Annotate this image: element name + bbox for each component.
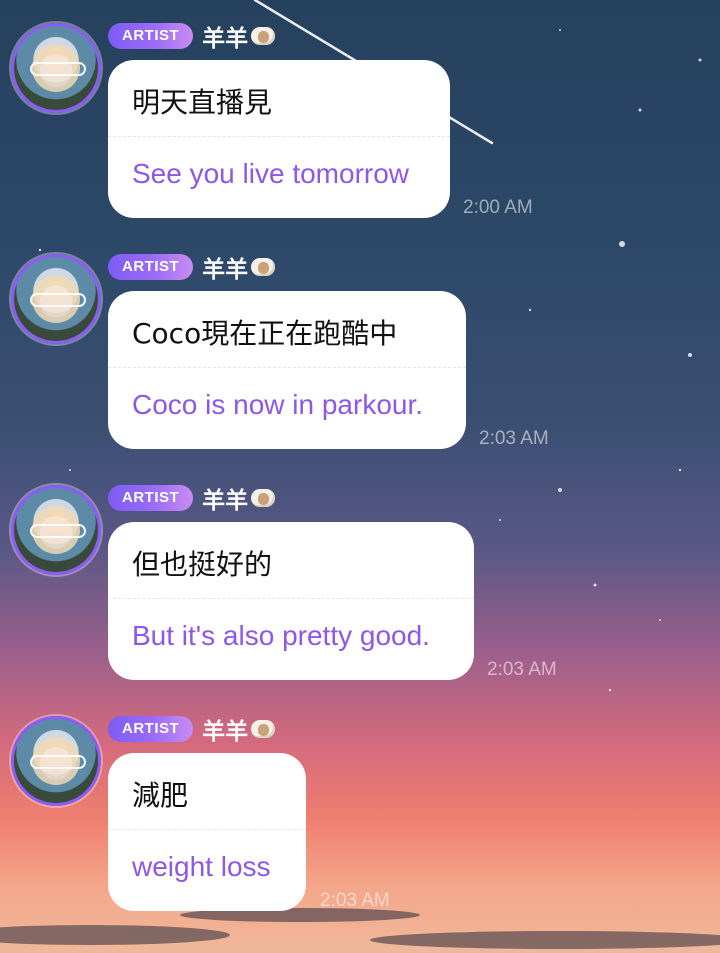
avatar-glasses [30, 524, 86, 538]
artist-badge: ARTIST [108, 254, 194, 280]
bubble-divider [108, 829, 306, 830]
author-name[interactable]: 羊羊 [202, 712, 248, 746]
artist-badge: ARTIST [108, 716, 194, 742]
bubble-divider [108, 598, 474, 599]
avatar-glasses [30, 62, 86, 76]
sheep-icon [251, 25, 277, 47]
original-text: 明天直播見 [132, 86, 273, 119]
message-bubble[interactable]: 減肥 weight loss [108, 753, 306, 911]
artist-avatar[interactable] [11, 254, 101, 344]
original-text: 減肥 [132, 779, 189, 812]
author-row: ARTIST 羊羊 [108, 712, 277, 746]
author-row: ARTIST 羊羊 [108, 250, 277, 284]
avatar-glasses [30, 755, 86, 769]
artist-avatar[interactable] [11, 716, 101, 806]
sheep-icon [251, 256, 277, 278]
artist-badge: ARTIST [108, 23, 194, 49]
author-row: ARTIST 羊羊 [108, 481, 277, 515]
translated-text: weight loss [132, 851, 271, 882]
message-bubble[interactable]: Coco現在正在跑酷中 Coco is now in parkour. [108, 291, 466, 449]
author-name[interactable]: 羊羊 [202, 19, 248, 53]
sheep-icon [251, 487, 277, 509]
translated-text: See you live tomorrow [132, 158, 410, 189]
bubble-divider [108, 367, 466, 368]
message-timestamp: 2:03 AM [320, 890, 390, 911]
bubble-divider [108, 136, 450, 137]
sheep-icon [251, 718, 277, 740]
original-text: Coco現在正在跑酷中 [132, 317, 398, 350]
message-bubble[interactable]: 明天直播見 See you live tomorrow [108, 60, 450, 218]
message-timestamp: 2:03 AM [487, 659, 557, 680]
translated-text: Coco is now in parkour. [132, 389, 424, 420]
artist-avatar[interactable] [11, 23, 101, 113]
author-row: ARTIST 羊羊 [108, 19, 277, 53]
avatar-glasses [30, 293, 86, 307]
message-timestamp: 2:00 AM [463, 197, 533, 218]
author-name[interactable]: 羊羊 [202, 250, 248, 284]
translated-text: But it's also pretty good. [132, 620, 430, 651]
artist-badge: ARTIST [108, 485, 194, 511]
horizon-clouds [0, 908, 720, 949]
author-name[interactable]: 羊羊 [202, 481, 248, 515]
artist-avatar[interactable] [11, 485, 101, 575]
original-text: 但也挺好的 [132, 548, 273, 581]
message-bubble[interactable]: 但也挺好的 But it's also pretty good. [108, 522, 474, 680]
message-timestamp: 2:03 AM [479, 428, 549, 449]
